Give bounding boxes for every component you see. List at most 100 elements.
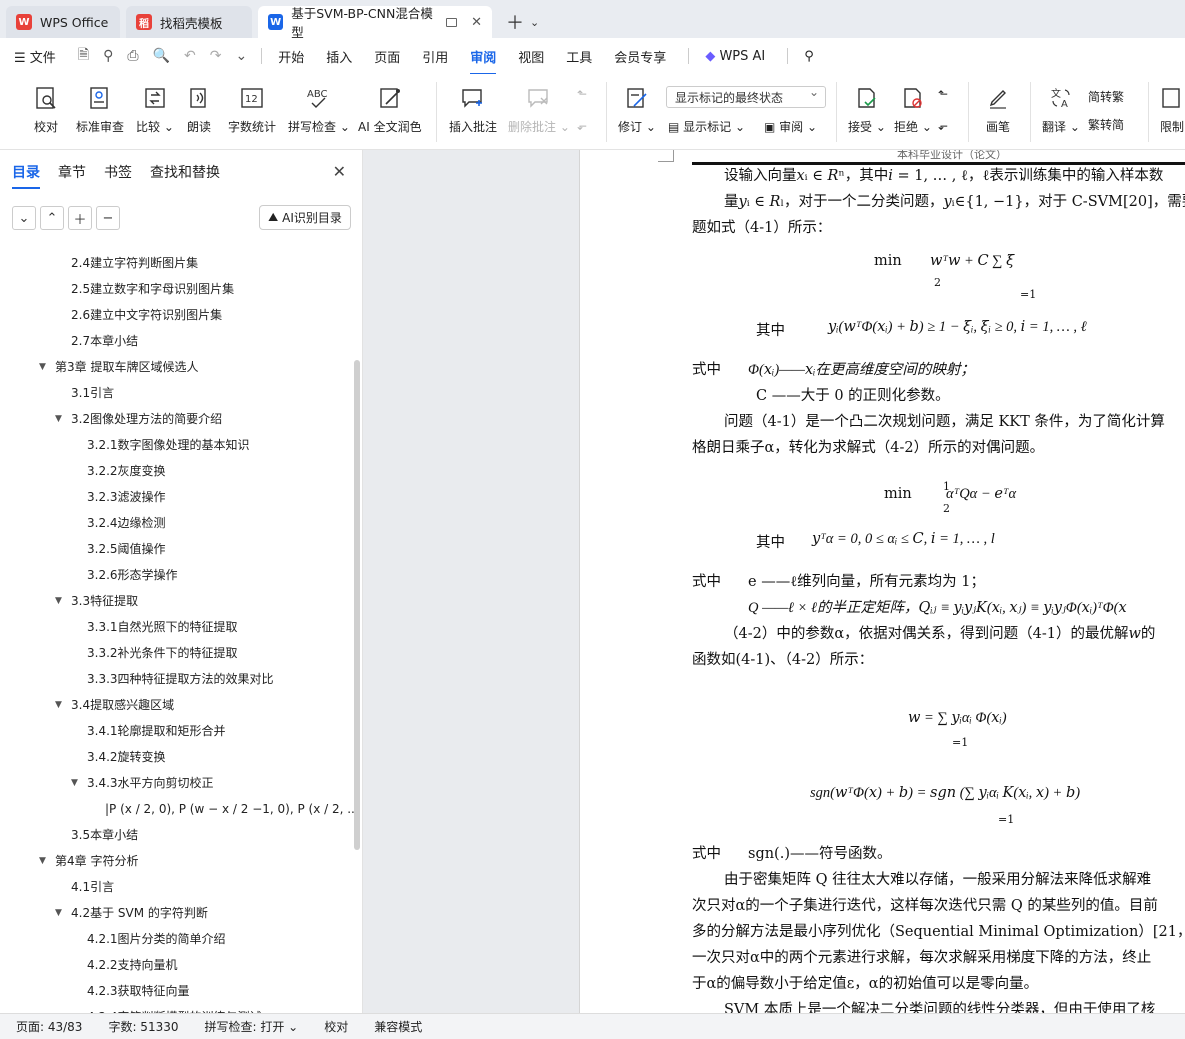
search-icon[interactable]: ⚲ bbox=[804, 49, 814, 64]
toc-item[interactable]: |P (x / 2, 0), P (w − x / 2 −1, 0), P (x… bbox=[105, 796, 359, 822]
toc-item[interactable]: 3.2.3滤波操作 bbox=[87, 484, 166, 510]
ai-toc-button[interactable]: ⛰ AI识别目录 bbox=[259, 205, 351, 230]
tab-sections[interactable]: 章节 bbox=[58, 162, 86, 182]
tab-toc[interactable]: 目录 bbox=[12, 162, 40, 189]
menu-review[interactable]: 审阅 bbox=[470, 47, 497, 75]
expand-caret-icon[interactable]: ▼ bbox=[71, 770, 78, 796]
spell-check-button[interactable]: ABC 拼写检查 ⌄ bbox=[288, 84, 350, 135]
expand-down-icon[interactable]: ⌄ bbox=[12, 206, 36, 230]
toc-item[interactable]: ▼ 3.4.3水平方向剪切校正 bbox=[71, 770, 214, 796]
expand-caret-icon[interactable]: ▼ bbox=[55, 406, 62, 432]
toc-item[interactable]: 4.2.1图片分类的简单介绍 bbox=[87, 926, 226, 952]
toc-item[interactable]: 3.2.4边缘检测 bbox=[87, 510, 166, 536]
print-preview-icon[interactable]: 🔍 bbox=[153, 48, 170, 64]
word-count[interactable]: 字数: 51330 bbox=[108, 1018, 178, 1035]
expand-caret-icon[interactable]: ▼ bbox=[55, 900, 62, 926]
toc-item[interactable]: 4.1引言 bbox=[71, 874, 114, 900]
delete-comment-button[interactable]: 删除批注 ⌄ bbox=[508, 84, 570, 135]
standard-review-button[interactable]: 标准审查 bbox=[76, 84, 124, 135]
menu-member[interactable]: 会员专享 bbox=[614, 47, 666, 66]
next-change-button[interactable]: ⬐ bbox=[938, 116, 948, 142]
wps-ai-button[interactable]: ◆ WPS AI bbox=[705, 49, 765, 64]
toc-item[interactable]: 2.5建立数字和字母识别图片集 bbox=[71, 276, 234, 302]
pen-button[interactable]: 画笔 bbox=[986, 84, 1010, 135]
insert-comment-button[interactable]: 插入批注 bbox=[449, 84, 497, 135]
toc-item[interactable]: 3.2.1数字图像处理的基本知识 bbox=[87, 432, 250, 458]
menu-tools[interactable]: 工具 bbox=[566, 47, 592, 66]
remove-heading-icon[interactable]: − bbox=[96, 206, 120, 230]
compare-button[interactable]: 比较 ⌄ bbox=[136, 84, 174, 135]
toc-item[interactable]: 3.3.3四种特征提取方法的效果对比 bbox=[87, 666, 274, 692]
read-aloud-button[interactable]: 朗读 bbox=[187, 84, 211, 135]
tab-bookmarks[interactable]: 书签 bbox=[104, 162, 132, 182]
expand-caret-icon[interactable]: ▼ bbox=[55, 588, 62, 614]
toc-item[interactable]: 4.2.2支持向量机 bbox=[87, 952, 178, 978]
toc-scrollbar[interactable] bbox=[354, 360, 360, 850]
show-markup-button[interactable]: ▤ 显示标记 ⌄ bbox=[668, 118, 745, 135]
file-menu[interactable]: ☰ 文件 bbox=[14, 47, 56, 66]
close-tab-icon[interactable]: ✕ bbox=[471, 15, 482, 30]
ai-polish-button[interactable]: AI 全文润色 bbox=[358, 84, 422, 135]
toc-item[interactable]: 4.2.4字符判断模型的训练与测试 bbox=[87, 1004, 262, 1013]
toc-item[interactable]: 3.2.6形态学操作 bbox=[87, 562, 178, 588]
toc-item[interactable]: 3.2.5阈值操作 bbox=[87, 536, 166, 562]
proofread-status[interactable]: 校对 bbox=[324, 1018, 348, 1035]
chevron-down-icon[interactable]: ⌄ bbox=[530, 16, 539, 29]
expand-caret-icon[interactable]: ▼ bbox=[55, 692, 62, 718]
menu-insert[interactable]: 插入 bbox=[326, 47, 352, 66]
toc-item[interactable]: 3.4.1轮廓提取和矩形合并 bbox=[87, 718, 226, 744]
more-quick-access-icon[interactable]: ⌄ bbox=[235, 48, 247, 64]
toc-item[interactable]: 3.3.1自然光照下的特征提取 bbox=[87, 614, 238, 640]
share-icon[interactable]: ⚲ bbox=[103, 48, 113, 64]
tab-document[interactable]: W 基于SVM-BP-CNN混合模型 ✕ bbox=[258, 6, 492, 40]
accept-button[interactable]: 接受 ⌄ bbox=[848, 84, 886, 135]
toc-item[interactable]: ▼ 3.2图像处理方法的简要介绍 bbox=[55, 406, 222, 432]
menu-page[interactable]: 页面 bbox=[374, 47, 400, 66]
markup-mode-select[interactable]: 显示标记的最终状态 bbox=[666, 85, 826, 108]
track-changes-button[interactable]: 修订 ⌄ bbox=[618, 84, 656, 135]
page-indicator[interactable]: 页面: 43/83 bbox=[16, 1018, 82, 1035]
spell-check-status[interactable]: 拼写检查: 打开 ⌄ bbox=[205, 1018, 299, 1035]
toc-item[interactable]: 3.2.2灰度变换 bbox=[87, 458, 166, 484]
toc-item[interactable]: 2.4建立字符判断图片集 bbox=[71, 250, 198, 276]
undo-icon[interactable]: ↶ bbox=[184, 48, 196, 64]
collapse-up-icon[interactable]: ⌃ bbox=[40, 206, 64, 230]
reject-button[interactable]: 拒绝 ⌄ bbox=[894, 84, 932, 135]
word-count-button[interactable]: 12 字数统计 bbox=[228, 84, 276, 135]
toc-item[interactable]: 3.3.2补光条件下的特征提取 bbox=[87, 640, 238, 666]
tab-wps-office[interactable]: W WPS Office bbox=[6, 6, 120, 38]
translate-button[interactable]: 文A 翻译 ⌄ bbox=[1042, 84, 1080, 135]
proofread-button[interactable]: 校对 bbox=[34, 84, 58, 135]
redo-icon[interactable]: ↷ bbox=[210, 48, 222, 64]
toc-item[interactable]: 2.6建立中文字符识别图片集 bbox=[71, 302, 222, 328]
toc-item[interactable]: ▼ 3.3特征提取 bbox=[55, 588, 138, 614]
toc-item[interactable]: ▼ 3.4提取感兴趣区域 bbox=[55, 692, 174, 718]
tab-find-replace[interactable]: 查找和替换 bbox=[150, 162, 220, 182]
traditional-convert-button[interactable]: 简转繁 bbox=[1088, 88, 1124, 105]
menu-references[interactable]: 引用 bbox=[422, 47, 448, 66]
expand-caret-icon[interactable]: ▼ bbox=[39, 848, 46, 874]
add-heading-icon[interactable]: ＋ bbox=[68, 206, 92, 230]
toc-item[interactable]: 4.2.3获取特征向量 bbox=[87, 978, 190, 1004]
tab-template[interactable]: 稻 找稻壳模板 bbox=[126, 6, 252, 38]
print-icon[interactable]: ⎙ bbox=[127, 48, 138, 64]
save-icon[interactable]: 🗎 bbox=[78, 44, 89, 68]
next-comment-button[interactable]: ⬐ bbox=[577, 116, 587, 142]
restrict-editing-button[interactable]: 限制 bbox=[1160, 84, 1184, 135]
previous-comment-button[interactable]: ⬑ bbox=[577, 84, 587, 110]
toc-item[interactable]: ▼ 第4章 字符分析 bbox=[39, 848, 138, 874]
menu-view[interactable]: 视图 bbox=[518, 47, 544, 66]
review-pane-button[interactable]: ▣ 审阅 ⌄ bbox=[764, 118, 817, 135]
new-tab-button[interactable]: ＋ ⌄ bbox=[498, 6, 547, 38]
monitor-icon[interactable] bbox=[445, 17, 458, 27]
toc-item[interactable]: 3.4.2旋转变换 bbox=[87, 744, 166, 770]
toc-item[interactable]: 2.7本章小结 bbox=[71, 328, 138, 354]
toc-item[interactable]: ▼ 第3章 提取车牌区域候选人 bbox=[39, 354, 198, 380]
toc-item[interactable]: 3.1引言 bbox=[71, 380, 114, 406]
expand-caret-icon[interactable]: ▼ bbox=[39, 354, 46, 380]
simplified-convert-button[interactable]: 繁转简 bbox=[1088, 116, 1124, 133]
close-pane-icon[interactable]: ✕ bbox=[333, 162, 346, 181]
previous-change-button[interactable]: ⬑ bbox=[938, 84, 948, 110]
toc-item[interactable]: ▼ 4.2基于 SVM 的字符判断 bbox=[55, 900, 208, 926]
toc-item[interactable]: 3.5本章小结 bbox=[71, 822, 138, 848]
